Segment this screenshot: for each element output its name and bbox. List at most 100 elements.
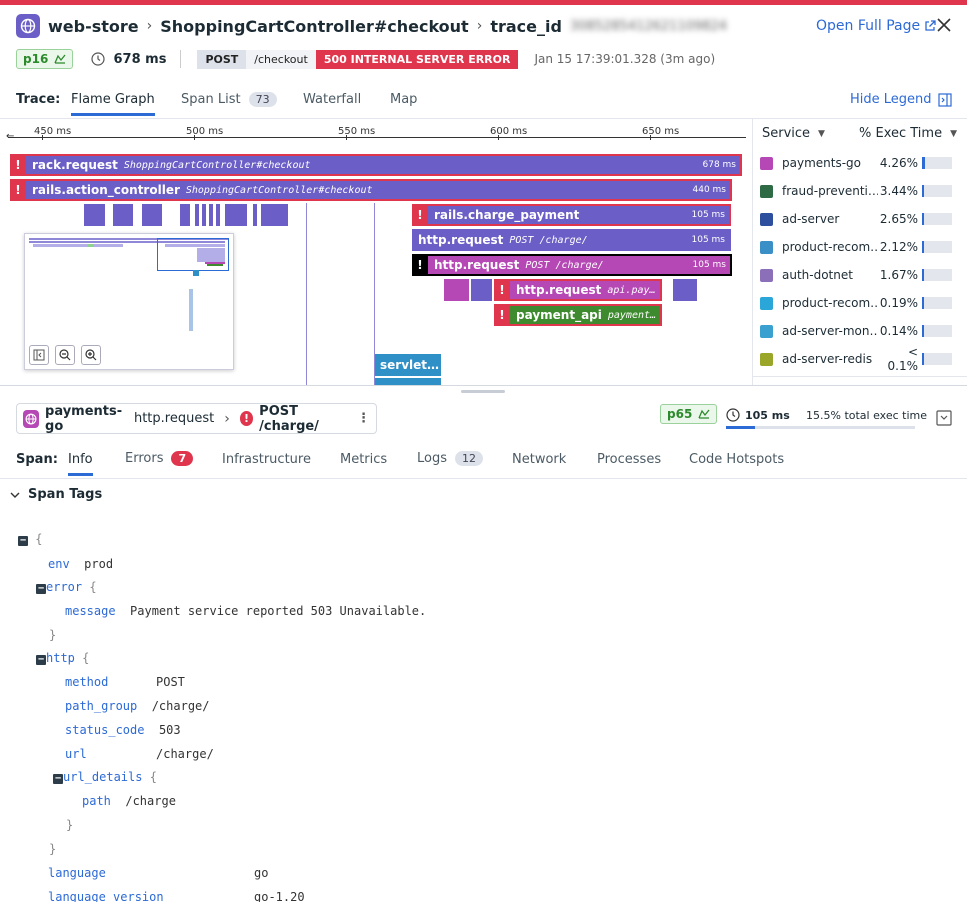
panel-splitter[interactable] bbox=[0, 385, 967, 386]
divider bbox=[752, 119, 753, 385]
child-span[interactable] bbox=[195, 204, 199, 226]
tag-value[interactable]: POST bbox=[156, 675, 185, 689]
zoom-in-icon bbox=[85, 349, 97, 361]
child-span[interactable] bbox=[225, 204, 247, 226]
child-span[interactable] bbox=[673, 279, 697, 301]
legend-row[interactable]: ad-server-redis < 0.1% bbox=[760, 345, 960, 373]
minimap-reset-button[interactable] bbox=[29, 345, 49, 365]
clock-icon bbox=[726, 408, 740, 422]
tab-metrics[interactable]: Metrics bbox=[340, 452, 387, 467]
legend-row[interactable]: payments-go 4.26% bbox=[760, 149, 960, 177]
tag-error-toggle[interactable]: − error { bbox=[36, 580, 97, 594]
span-name: servlet… bbox=[380, 358, 440, 372]
tag-http-toggle[interactable]: − http { bbox=[36, 651, 89, 665]
tag-value[interactable]: 503 bbox=[159, 723, 181, 737]
span-http-request-api[interactable]: ! http.request api.pay… bbox=[494, 279, 662, 301]
flame-minimap[interactable] bbox=[24, 233, 234, 370]
open-full-page-link[interactable]: Open Full Page bbox=[816, 18, 936, 34]
legend-service-name: ad-server bbox=[782, 212, 840, 226]
legend-row[interactable]: ad-server-mon… 0.14% bbox=[760, 317, 960, 345]
child-span[interactable] bbox=[261, 204, 288, 226]
child-span[interactable] bbox=[375, 378, 441, 385]
span-tags-section-toggle[interactable]: Span Tags bbox=[10, 487, 102, 502]
child-span[interactable] bbox=[113, 204, 133, 226]
tag-value[interactable]: go bbox=[254, 866, 268, 880]
tag-value[interactable]: go-1.20 bbox=[254, 890, 305, 902]
error-icon: ! bbox=[10, 179, 26, 201]
service-color-swatch bbox=[760, 324, 773, 338]
percentile-badge[interactable]: p16 bbox=[16, 49, 74, 69]
axis-tick-label: 550 ms bbox=[338, 126, 376, 137]
span-exec-time: 15.5% total exec time bbox=[806, 409, 927, 422]
legend-exec-pct: 3.44% bbox=[879, 184, 918, 198]
span-duration: 678 ms bbox=[702, 160, 737, 170]
child-span[interactable] bbox=[444, 279, 469, 301]
tab-code-hotspots[interactable]: Code Hotspots bbox=[689, 452, 784, 467]
span-duration: 105 ms bbox=[692, 260, 727, 270]
legend-row[interactable]: product-recom… 2.12% bbox=[760, 233, 960, 261]
tag-value[interactable]: Payment service reported 503 Unavailable… bbox=[130, 604, 426, 618]
child-span[interactable] bbox=[471, 279, 492, 301]
span-http-request[interactable]: http.request POST /charge/ 105 ms bbox=[412, 229, 731, 251]
span-payment-api[interactable]: ! payment_api payment… bbox=[494, 304, 662, 326]
legend-row[interactable]: product-recom… 0.19% bbox=[760, 289, 960, 317]
legend-row[interactable]: auth-dotnet 1.67% bbox=[760, 261, 960, 289]
breadcrumb-resource[interactable]: ShoppingCartController#checkout bbox=[160, 17, 468, 36]
legend-row[interactable]: fraud-preventi… 3.44% bbox=[760, 177, 960, 205]
legend-exec-bar-fill bbox=[922, 241, 924, 253]
span-rails-action-controller[interactable]: ! rails.action_controller ShoppingCartCo… bbox=[10, 179, 732, 201]
span-name: http.request bbox=[418, 233, 504, 247]
zoom-in-button[interactable] bbox=[81, 345, 101, 365]
tab-info[interactable]: Info bbox=[68, 452, 93, 476]
legend-exec-time-header[interactable]: % Exec Time ▼ bbox=[859, 126, 957, 141]
tab-flame-graph[interactable]: Flame Graph bbox=[71, 92, 155, 116]
tag-value[interactable]: /charge/ bbox=[152, 699, 210, 713]
clock-icon bbox=[91, 52, 106, 66]
child-span[interactable] bbox=[216, 204, 220, 226]
hide-legend-button[interactable]: Hide Legend bbox=[850, 92, 952, 107]
span-http-request-selected[interactable]: ! http.request POST /charge/ 105 ms bbox=[412, 254, 732, 276]
json-brace: } bbox=[49, 628, 57, 642]
tab-network[interactable]: Network bbox=[512, 452, 566, 467]
tab-processes[interactable]: Processes bbox=[597, 452, 661, 467]
legend-service-header[interactable]: Service ▼ bbox=[762, 126, 825, 141]
tab-infrastructure[interactable]: Infrastructure bbox=[222, 452, 311, 467]
span-rack-request[interactable]: ! rack.request ShoppingCartController#ch… bbox=[10, 154, 742, 176]
tag-value[interactable]: /charge bbox=[125, 794, 176, 808]
tag-value[interactable]: prod bbox=[84, 557, 113, 571]
span-percentile-badge[interactable]: p65 bbox=[660, 404, 718, 424]
tab-span-list[interactable]: Span List 73 bbox=[181, 92, 277, 107]
legend-service-name: ad-server-redis bbox=[782, 352, 873, 366]
span-servlet[interactable]: servlet… bbox=[375, 354, 441, 376]
flame-graph[interactable]: ← 450 ms 500 ms 550 ms 600 ms 650 ms ! r… bbox=[0, 119, 752, 385]
collapse-panel-icon[interactable] bbox=[936, 410, 952, 430]
child-span[interactable] bbox=[180, 204, 190, 226]
json-root-toggle[interactable]: − { bbox=[18, 532, 42, 546]
tag-url-details-toggle[interactable]: − url_details { bbox=[53, 770, 157, 784]
drag-handle[interactable] bbox=[461, 390, 505, 393]
legend-row[interactable]: ad-server 2.65% bbox=[760, 205, 960, 233]
breadcrumb-service[interactable]: web-store bbox=[48, 17, 139, 36]
chevron-down-icon bbox=[10, 492, 20, 498]
legend-exec-bar-fill bbox=[922, 297, 924, 309]
http-path-tag: /checkout bbox=[246, 49, 316, 69]
error-icon: ! bbox=[412, 204, 428, 226]
zoom-out-button[interactable] bbox=[55, 345, 75, 365]
tab-errors[interactable]: Errors 7 bbox=[125, 451, 194, 466]
span-service-name[interactable]: payments-go bbox=[45, 404, 130, 434]
more-options-icon[interactable]: ⋮ bbox=[357, 411, 370, 426]
child-span[interactable] bbox=[84, 204, 105, 226]
span-percentile-value: p65 bbox=[667, 407, 693, 421]
child-span[interactable] bbox=[209, 204, 213, 226]
tag-value[interactable]: /charge/ bbox=[156, 747, 214, 761]
minimap-viewport[interactable] bbox=[157, 238, 229, 271]
tab-map[interactable]: Map bbox=[390, 92, 417, 107]
child-span[interactable] bbox=[253, 204, 257, 226]
span-name: http.request bbox=[434, 258, 520, 272]
child-span[interactable] bbox=[142, 204, 162, 226]
span-rails-charge-payment[interactable]: ! rails.charge_payment 105 ms bbox=[412, 204, 731, 226]
close-icon[interactable] bbox=[935, 16, 953, 38]
tab-logs[interactable]: Logs 12 bbox=[417, 451, 483, 466]
child-span[interactable] bbox=[202, 204, 206, 226]
tab-waterfall[interactable]: Waterfall bbox=[303, 92, 361, 107]
